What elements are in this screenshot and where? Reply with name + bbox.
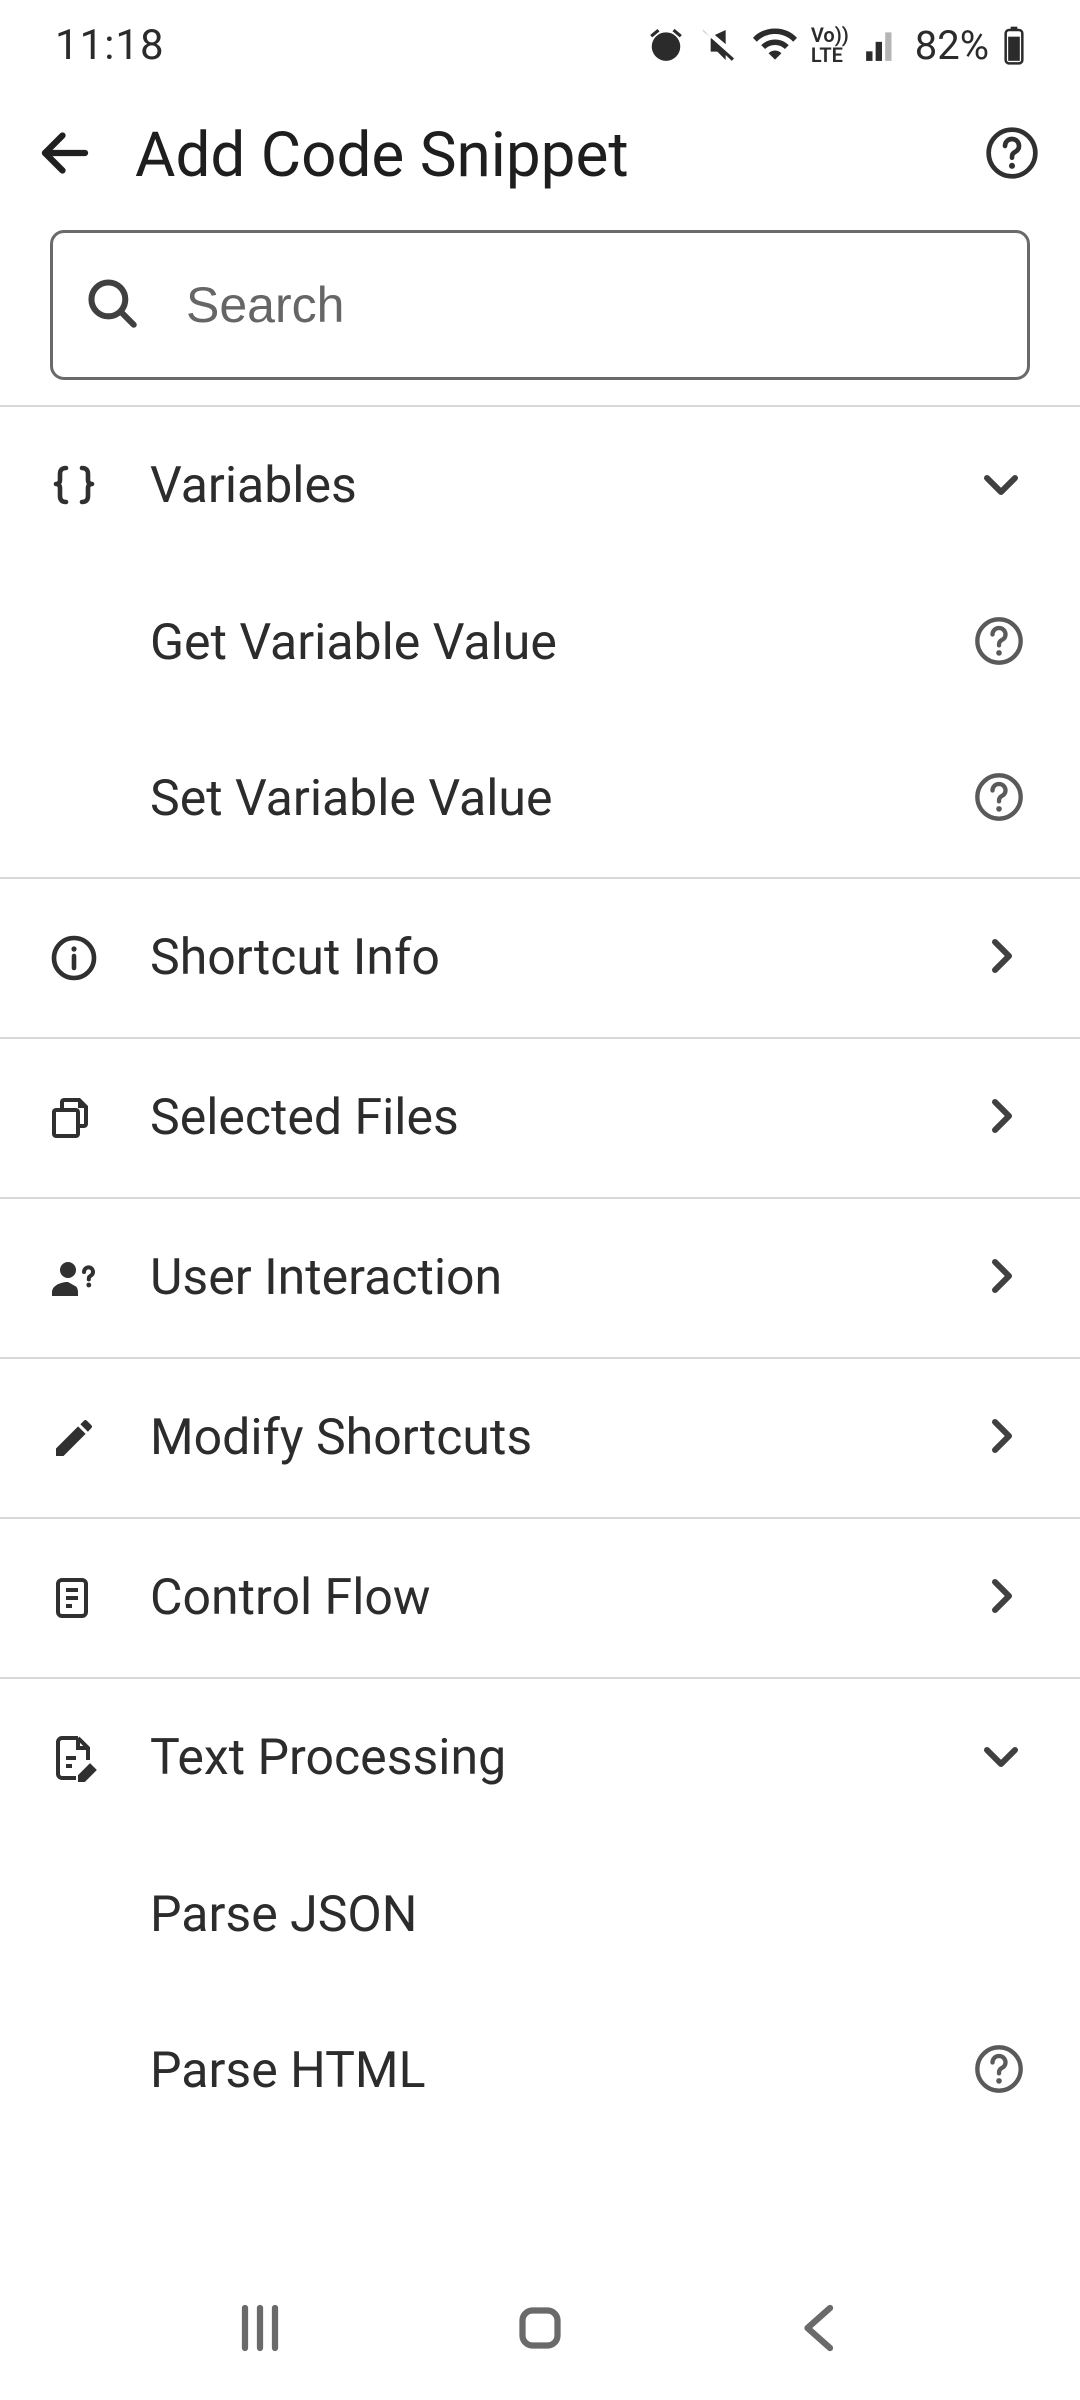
status-bar: 11:18 Vo))LTE 82% xyxy=(0,0,1080,90)
help-icon[interactable] xyxy=(973,2043,1025,2099)
snippet-label: Set Variable Value xyxy=(150,770,973,828)
category-label: Modify Shortcuts xyxy=(150,1409,977,1467)
info-icon xyxy=(50,934,150,982)
page-title: Add Code Snippet xyxy=(135,119,944,192)
search-box[interactable] xyxy=(50,230,1030,380)
back-button[interactable] xyxy=(35,123,95,187)
volume-mute-icon xyxy=(699,25,739,65)
snippet-label: Parse JSON xyxy=(150,1886,1025,1944)
chevron-right-icon xyxy=(977,1252,1025,1304)
search-icon xyxy=(83,274,141,336)
pencil-icon xyxy=(50,1414,150,1462)
chevron-down-icon xyxy=(977,1732,1025,1784)
snippet-parse-json[interactable]: Parse JSON xyxy=(0,1837,1080,1993)
help-icon[interactable] xyxy=(973,771,1025,827)
chevron-right-icon xyxy=(977,1412,1025,1464)
help-icon[interactable] xyxy=(973,615,1025,671)
snippet-label: Parse HTML xyxy=(150,2042,973,2100)
search-input[interactable] xyxy=(186,276,997,334)
volte-icon: Vo))LTE xyxy=(811,25,849,65)
category-row-control-flow[interactable]: Control Flow xyxy=(0,1519,1080,1677)
flowchart-icon xyxy=(50,1574,150,1622)
nav-home-button[interactable] xyxy=(510,2298,570,2362)
category-row-selected-files[interactable]: Selected Files xyxy=(0,1039,1080,1197)
system-nav-bar xyxy=(0,2280,1080,2400)
battery-percent: 82% xyxy=(915,22,989,69)
category-label: Control Flow xyxy=(150,1569,977,1627)
snippet-set-variable-value[interactable]: Set Variable Value xyxy=(0,721,1080,877)
alarm-icon xyxy=(647,26,685,64)
category-label: Text Processing xyxy=(150,1729,977,1787)
doc-edit-icon xyxy=(50,1734,150,1782)
battery-icon xyxy=(1003,25,1025,65)
category-row-modify-shortcuts[interactable]: Modify Shortcuts xyxy=(0,1359,1080,1517)
chevron-right-icon xyxy=(977,932,1025,984)
app-bar: Add Code Snippet xyxy=(0,90,1080,220)
files-icon xyxy=(50,1094,150,1142)
category-label: Variables xyxy=(150,457,977,515)
wifi-icon xyxy=(753,23,797,67)
category-label: User Interaction xyxy=(150,1249,977,1307)
category-label: Shortcut Info xyxy=(150,929,977,987)
chevron-right-icon xyxy=(977,1092,1025,1144)
signal-icon xyxy=(863,26,901,64)
status-time: 11:18 xyxy=(55,21,165,70)
help-button[interactable] xyxy=(984,125,1040,185)
category-row-variables[interactable]: Variables xyxy=(0,407,1080,565)
snippet-get-variable-value[interactable]: Get Variable Value xyxy=(0,565,1080,721)
nav-back-button[interactable] xyxy=(790,2298,850,2362)
category-label: Selected Files xyxy=(150,1089,977,1147)
category-row-shortcut-info[interactable]: Shortcut Info xyxy=(0,879,1080,1037)
status-icons: Vo))LTE 82% xyxy=(647,22,1025,69)
nav-recents-button[interactable] xyxy=(230,2298,290,2362)
category-row-user-interaction[interactable]: User Interaction xyxy=(0,1199,1080,1357)
chevron-right-icon xyxy=(977,1572,1025,1624)
user-question-icon xyxy=(50,1254,150,1302)
search-container xyxy=(0,220,1080,405)
snippet-label: Get Variable Value xyxy=(150,614,973,672)
chevron-down-icon xyxy=(977,460,1025,512)
braces-icon xyxy=(50,462,150,510)
snippet-parse-html[interactable]: Parse HTML xyxy=(0,1993,1080,2149)
category-row-text-processing[interactable]: Text Processing xyxy=(0,1679,1080,1837)
